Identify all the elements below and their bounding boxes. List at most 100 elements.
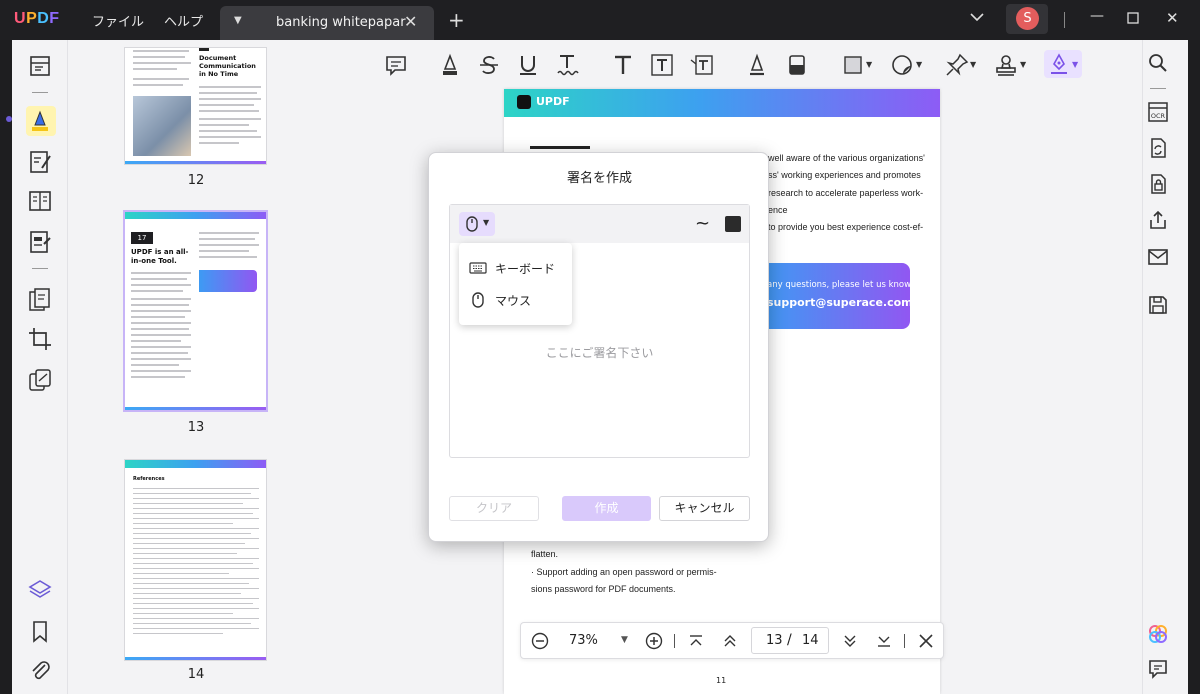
document-line: to provide you best experience cost-ef-	[768, 222, 924, 232]
thumbnail-page-number: 12	[187, 173, 205, 188]
new-tab-icon[interactable]: +	[448, 8, 465, 32]
layers-icon[interactable]	[26, 576, 54, 604]
divider	[674, 634, 675, 648]
create-button[interactable]: 作成	[562, 496, 651, 521]
contact-email[interactable]: support@superace.com.	[767, 296, 917, 309]
underline-icon[interactable]	[515, 52, 541, 78]
page-navigation-bar: 73% ▼ 13 / 14	[520, 622, 944, 659]
zoom-dropdown-caret[interactable]: ▼	[621, 635, 628, 645]
share-icon[interactable]	[1146, 208, 1170, 232]
first-page-icon[interactable]	[687, 632, 705, 650]
ocr-icon[interactable]: OCR	[1146, 100, 1170, 124]
menu-item-mouse[interactable]: マウス	[459, 284, 572, 316]
text-callout-icon[interactable]	[689, 52, 715, 78]
color-picker[interactable]	[725, 216, 741, 232]
chevron-down-icon[interactable]	[970, 12, 984, 22]
menu-item-label: キーボード	[495, 262, 556, 276]
page-number-input[interactable]: 13 / 14	[751, 627, 829, 654]
thumbnail-page-number: 14	[187, 667, 205, 682]
updf-brand-icon	[517, 95, 531, 109]
mouse-icon	[466, 216, 478, 232]
current-page: 13	[766, 633, 783, 648]
menu-file[interactable]: ファイル	[92, 11, 144, 30]
maximize-icon[interactable]	[1127, 12, 1139, 24]
search-icon[interactable]	[1146, 51, 1170, 75]
document-line: ss' working experiences and promotes	[768, 170, 921, 180]
protect-icon[interactable]	[1146, 172, 1170, 196]
thumbnail-page-12[interactable]: Document Communication in No Time	[125, 48, 266, 164]
minimize-icon[interactable]: —	[1090, 8, 1104, 24]
highlight-icon[interactable]	[437, 52, 463, 78]
pin-icon[interactable]	[944, 52, 970, 78]
menu-item-keyboard[interactable]: キーボード	[459, 252, 572, 284]
sticker-icon[interactable]	[889, 52, 915, 78]
signature-dropdown-caret[interactable]: ▼	[1072, 60, 1078, 69]
email-icon[interactable]	[1146, 245, 1170, 269]
thumbnail-heading: References	[133, 476, 165, 482]
last-page-icon[interactable]	[875, 632, 893, 650]
cancel-button[interactable]: キャンセル	[659, 496, 750, 521]
menu-help[interactable]: ヘルプ	[164, 11, 203, 30]
page-separator: /	[787, 632, 792, 648]
next-page-icon[interactable]	[841, 632, 859, 650]
convert-icon[interactable]	[1146, 136, 1170, 160]
form-icon[interactable]	[26, 228, 54, 256]
page-tools-icon[interactable]	[26, 366, 54, 394]
strikethrough-icon[interactable]	[476, 52, 502, 78]
avatar[interactable]: S	[1016, 7, 1039, 30]
clear-button[interactable]: クリア	[449, 496, 539, 521]
signature-placeholder: ここにご署名下さい	[545, 346, 654, 360]
ai-icon[interactable]	[1146, 622, 1170, 646]
eraser-icon[interactable]	[784, 52, 810, 78]
dialog-title: 署名を作成	[566, 171, 632, 186]
organize-icon[interactable]	[26, 187, 54, 215]
divider	[32, 268, 48, 269]
comment-mode-icon[interactable]	[26, 107, 54, 135]
zoom-out-icon[interactable]	[531, 632, 549, 650]
active-indicator	[6, 116, 12, 122]
mouse-icon	[472, 292, 484, 308]
attachment-icon[interactable]	[26, 656, 54, 684]
contact-text: any questions, please let us know at	[767, 280, 923, 290]
stamp-dropdown-caret[interactable]: ▼	[1020, 60, 1026, 69]
signature-pen-icon[interactable]	[1046, 52, 1072, 78]
crop-icon[interactable]	[26, 325, 54, 353]
thumbnail-page-14[interactable]: References	[125, 460, 266, 660]
page-header-brand: UPDF	[536, 95, 570, 108]
keyboard-icon	[469, 262, 487, 274]
pin-dropdown-caret[interactable]: ▼	[970, 60, 976, 69]
menu-item-label: マウス	[495, 294, 532, 308]
document-line: sions password for PDF documents.	[531, 584, 676, 594]
comment-icon[interactable]	[383, 52, 409, 78]
squiggly-icon[interactable]	[554, 52, 580, 78]
close-icon[interactable]	[917, 632, 935, 650]
bookmark-icon[interactable]	[26, 617, 54, 645]
edit-icon[interactable]	[26, 148, 54, 176]
convert-icon[interactable]	[26, 286, 54, 314]
zoom-in-icon[interactable]	[645, 632, 663, 650]
stroke-width-icon[interactable]: ~	[695, 213, 710, 234]
total-pages: 14	[802, 633, 819, 648]
divider	[1064, 12, 1065, 28]
stamp-icon[interactable]	[993, 52, 1019, 78]
shape-icon[interactable]	[840, 52, 866, 78]
input-mode-selector[interactable]: ▼	[459, 212, 495, 236]
save-icon[interactable]	[1146, 293, 1170, 317]
text-icon[interactable]	[610, 52, 636, 78]
sticker-dropdown-caret[interactable]: ▼	[916, 60, 922, 69]
shape-dropdown-caret[interactable]: ▼	[866, 60, 872, 69]
document-tab[interactable]: ▼ banking whitepapar ✕	[220, 6, 434, 40]
thumbnail-page-13[interactable]: 17 UPDF is an all-in-one Tool.	[125, 212, 266, 410]
pencil-icon[interactable]	[744, 52, 770, 78]
chat-icon[interactable]	[1146, 657, 1170, 681]
tab-menu-caret-icon[interactable]: ▼	[234, 15, 242, 26]
previous-page-icon[interactable]	[721, 632, 739, 650]
close-window-icon[interactable]: ✕	[1166, 9, 1179, 27]
tab-close-icon[interactable]: ✕	[404, 12, 417, 31]
textbox-icon[interactable]	[649, 52, 675, 78]
updf-logo: UPDF	[14, 10, 60, 27]
reader-icon[interactable]	[26, 52, 54, 80]
document-line: ence	[768, 205, 788, 215]
zoom-level[interactable]: 73%	[569, 633, 598, 648]
thumbnail-heading: Document Communication in No Time	[199, 54, 256, 78]
